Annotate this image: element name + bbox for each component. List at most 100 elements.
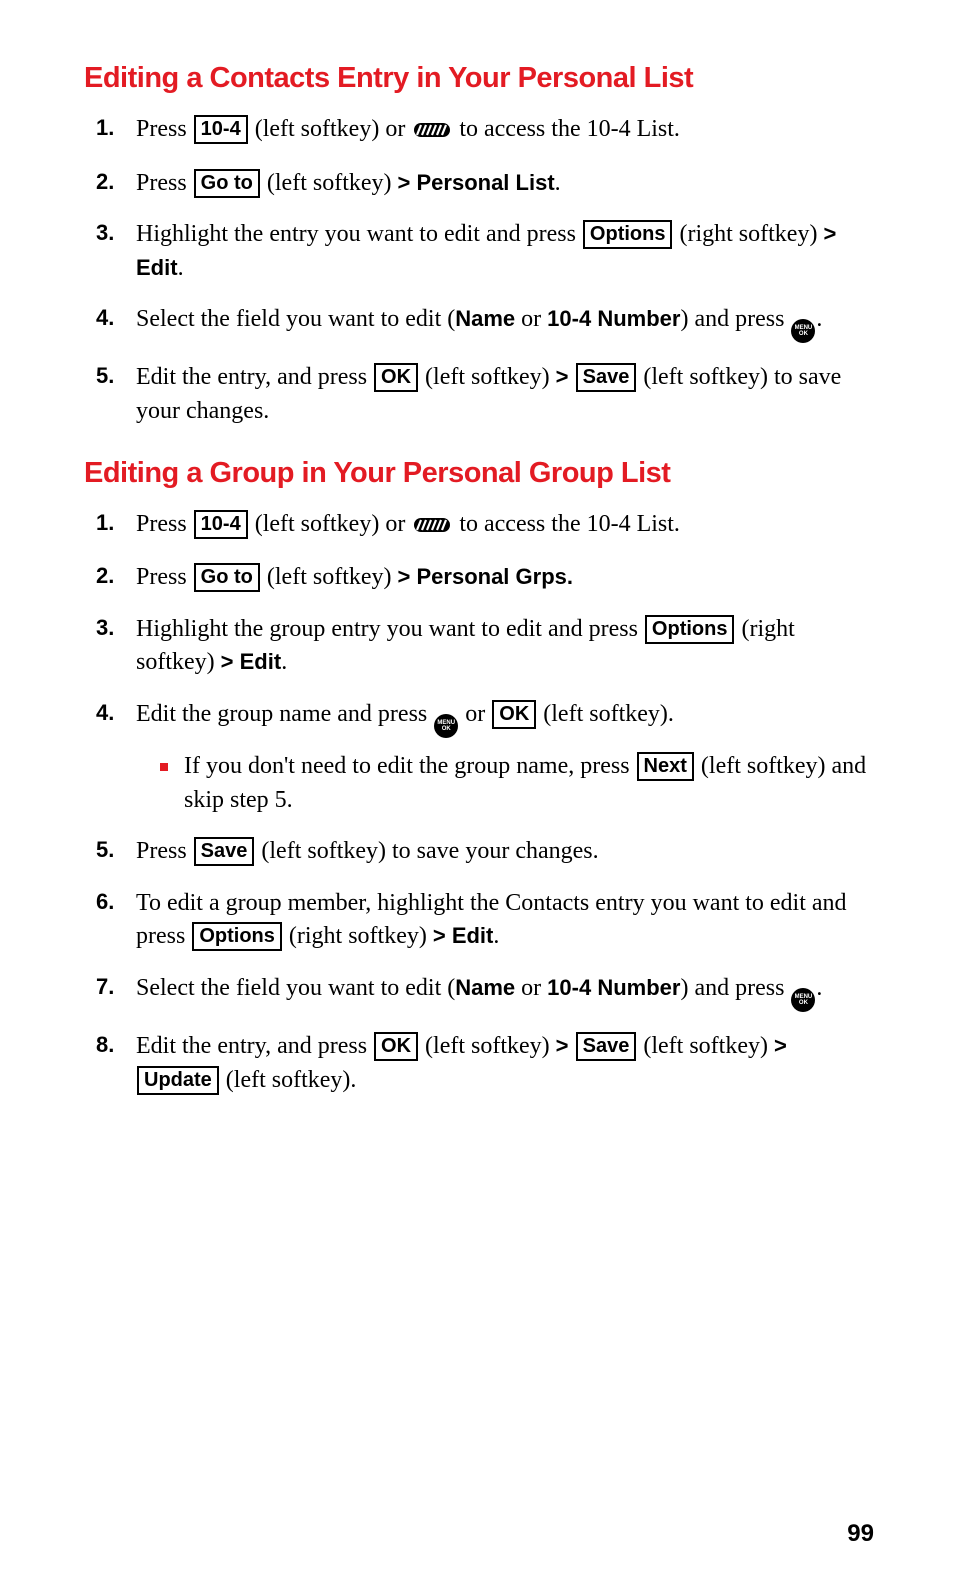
step-b1: 1. Press 10-4 (left softkey) or to acces… [96,508,870,544]
keycap-ok: OK [492,700,536,729]
steps-section-b: 1. Press 10-4 (left softkey) or to acces… [84,508,870,1098]
step-a1: 1. Press 10-4 (left softkey) or to acces… [96,113,870,149]
text: . [816,975,822,1001]
keycap-options: Options [583,220,673,249]
bold-edit: Edit [452,923,494,948]
text: . [493,923,499,949]
keycap-goto: Go to [194,563,260,592]
text: . [555,170,561,196]
keycap-save: Save [576,363,637,392]
keycap-10-4: 10-4 [194,115,248,144]
step-number: 6. [96,887,114,918]
step-number: 1. [96,113,114,144]
bold-104-number: 10-4 Number [547,306,680,331]
text: Press [136,116,193,142]
step-b8: 8. Edit the entry, and press OK (left so… [96,1030,870,1097]
menu-ok-icon: MENUOK [434,714,458,738]
heading-edit-group: Editing a Group in Your Personal Group L… [84,457,870,490]
text: ) and press [680,975,790,1001]
ptt-icon [413,510,451,544]
bold-name: Name [455,975,515,1000]
text: Edit the group name and press [136,701,433,727]
arrow: > [556,364,575,389]
text: Press [136,511,193,537]
text: . [281,649,287,675]
text: . [816,306,822,332]
text: Select the field you want to edit ( [136,975,455,1001]
step-number: 4. [96,303,114,334]
text: (left softkey). [220,1067,357,1093]
step-b5: 5. Press Save (left softkey) to save you… [96,835,870,869]
heading-edit-contacts: Editing a Contacts Entry in Your Persona… [84,62,870,95]
arrow: > [398,170,417,195]
step-number: 2. [96,167,114,198]
text: . [178,255,184,281]
arrow: > [221,649,240,674]
step-b2: 2. Press Go to (left softkey) > Personal… [96,561,870,595]
page-number: 99 [847,1520,874,1548]
text: ) and press [680,306,790,332]
text: Edit the entry, and press [136,364,373,390]
text: (left softkey) [637,1033,774,1059]
text: or [459,701,491,727]
step-number: 7. [96,972,114,1003]
text: (left softkey) or [249,511,412,537]
text: (left softkey) [261,564,398,590]
step-number: 3. [96,218,114,249]
step-a3: 3. Highlight the entry you want to edit … [96,218,870,285]
keycap-update: Update [137,1066,219,1095]
step-a2: 2. Press Go to (left softkey) > Personal… [96,167,870,201]
text: Highlight the entry you want to edit and… [136,221,582,247]
keycap-ok: OK [374,1032,418,1061]
bold-name: Name [455,306,515,331]
bold-personal-grps: Personal Grps. [416,564,573,589]
text: to access the 10-4 List. [453,511,680,537]
keycap-goto: Go to [194,169,260,198]
step-b4: 4. Edit the group name and press MENUOK … [96,698,870,817]
text: or [515,306,547,332]
text: If you don't need to edit the group name… [184,753,636,779]
keycap-10-4: 10-4 [194,510,248,539]
keycap-next: Next [637,752,694,781]
text: or [515,975,547,1001]
arrow: > [774,1033,787,1058]
text: Press [136,170,193,196]
keycap-options: Options [645,615,735,644]
bold-personal-list: Personal List [416,170,554,195]
text: (left softkey) [419,364,556,390]
ptt-icon [413,115,451,149]
text: to access the 10-4 List. [453,116,680,142]
text: Edit the entry, and press [136,1033,373,1059]
step-number: 5. [96,361,114,392]
step-number: 3. [96,613,114,644]
keycap-save: Save [576,1032,637,1061]
keycap-ok: OK [374,363,418,392]
menu-ok-icon: MENUOK [791,319,815,343]
text: (left softkey) to save your changes. [255,838,598,864]
sub-bullet: If you don't need to edit the group name… [160,750,870,817]
arrow: > [433,923,452,948]
text: Highlight the group entry you want to ed… [136,616,644,642]
arrow: > [556,1033,575,1058]
step-b7: 7. Select the field you want to edit (Na… [96,972,870,1012]
keycap-save: Save [194,837,255,866]
page-content: Editing a Contacts Entry in Your Persona… [0,0,954,1155]
step-number: 8. [96,1030,114,1061]
step-number: 2. [96,561,114,592]
sub-bullet-list: If you don't need to edit the group name… [136,750,870,817]
bold-edit: Edit [136,255,178,280]
step-b6: 6. To edit a group member, highlight the… [96,887,870,954]
text: Select the field you want to edit ( [136,306,455,332]
arrow: > [823,221,836,246]
text: (left softkey) [261,170,398,196]
step-number: 1. [96,508,114,539]
text: (left softkey). [537,701,674,727]
arrow: > [398,564,417,589]
text: (left softkey) or [249,116,412,142]
bold-edit: Edit [240,649,282,674]
text: Press [136,564,193,590]
step-b3: 3. Highlight the group entry you want to… [96,613,870,680]
menu-ok-icon: MENUOK [791,988,815,1012]
step-number: 5. [96,835,114,866]
step-a5: 5. Edit the entry, and press OK (left so… [96,361,870,428]
